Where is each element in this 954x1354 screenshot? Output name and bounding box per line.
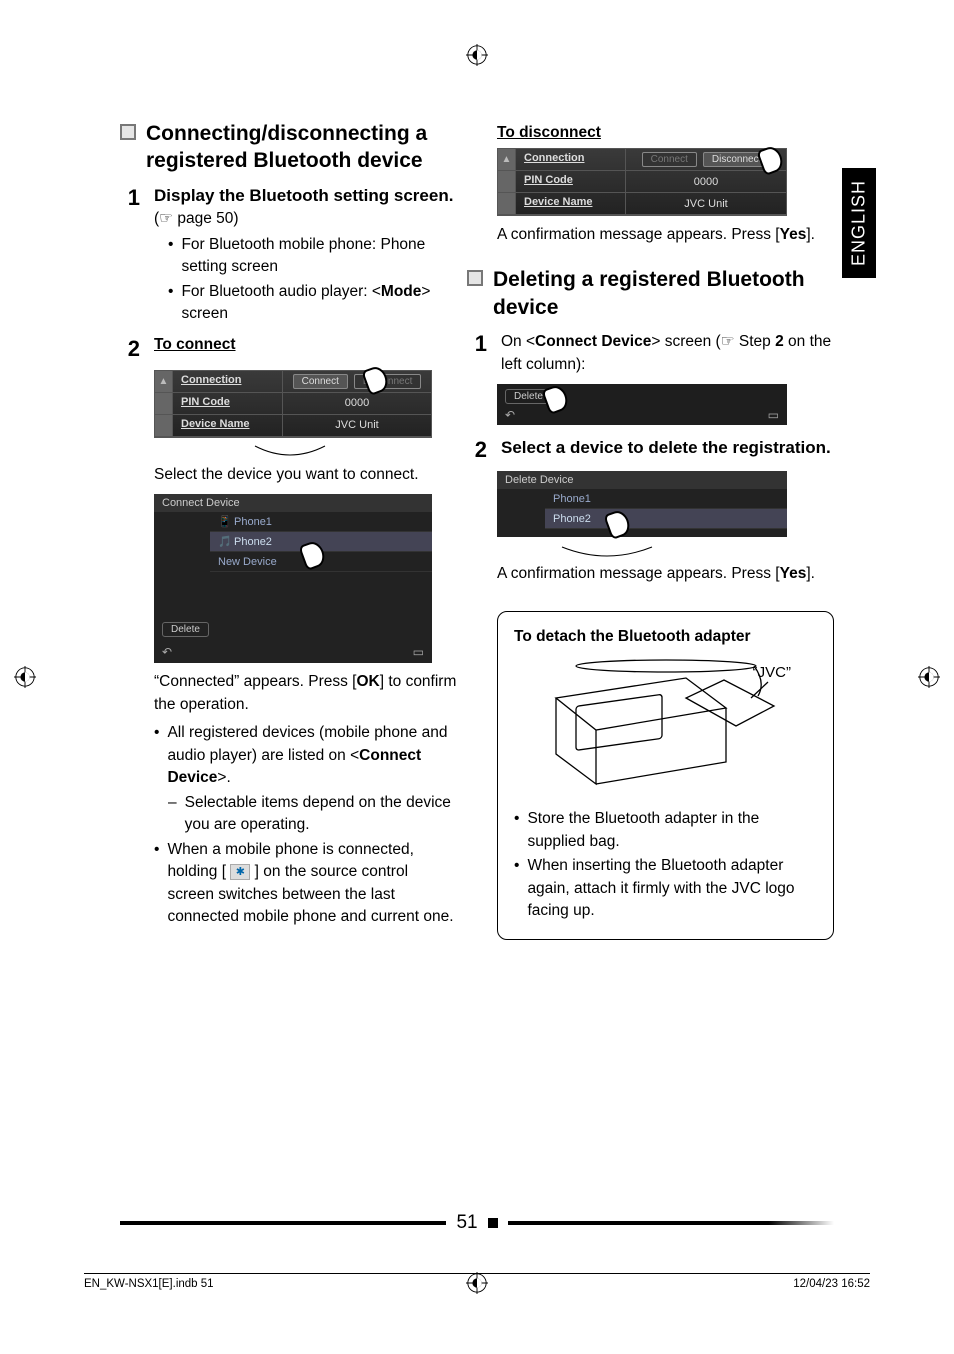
detach-callout-box: To detach the Bluetooth adapter “JVC” — [497, 611, 834, 939]
subheading-to-connect: To connect — [154, 336, 457, 354]
jvc-label: “JVC” — [753, 664, 791, 681]
ui-label: Device Name — [173, 415, 283, 436]
footer-file: EN_KW-NSX1[E].indb 51 — [84, 1278, 214, 1290]
paragraph: Select the device you want to connect. — [154, 464, 457, 486]
step-number: 2 — [120, 336, 140, 362]
spacer — [155, 393, 173, 414]
step-number: 2 — [467, 437, 487, 463]
registration-mark-icon — [466, 44, 488, 66]
subheading-to-disconnect: To disconnect — [497, 124, 834, 142]
bluetooth-icon: ✱ — [230, 864, 250, 880]
step-number: 1 — [467, 331, 487, 376]
bullet-item: When a mobile phone is connected, holdin… — [154, 839, 457, 929]
scroll-up-icon: ▲ — [155, 371, 173, 392]
ui-label: Connection — [516, 149, 626, 170]
ui-delete-strip: Delete ↶ ▭ — [497, 384, 787, 425]
left-column: Connecting/disconnecting a registered Bl… — [120, 100, 457, 1214]
list-item[interactable]: Phone2 — [545, 509, 787, 529]
ui-delete-device-list: Delete Device Phone1 Phone2 — [497, 471, 787, 537]
section-box-icon — [120, 124, 136, 140]
ui-label: Connection — [173, 371, 283, 392]
print-footer: EN_KW-NSX1[E].indb 51 12/04/23 16:52 — [84, 1273, 870, 1290]
ui-connect-device-list: Connect Device 📱Phone1 🎵Phone2 New Devic… — [154, 494, 432, 663]
phone-icon: 📱 — [218, 515, 230, 528]
section-heading: Deleting a registered Bluetooth device — [467, 266, 834, 321]
bullet-item: For Bluetooth mobile phone: Phone settin… — [168, 234, 457, 279]
connect-button: Connect — [642, 152, 697, 167]
step-ref: (☞ page 50) — [154, 208, 457, 230]
registration-mark-icon — [14, 666, 36, 688]
step-1: 1 Display the Bluetooth setting screen. … — [120, 185, 457, 328]
language-tab: ENGLISH — [842, 168, 876, 278]
section-title: Deleting a registered Bluetooth device — [493, 266, 834, 321]
section-box-icon — [467, 270, 483, 286]
ui-title: Delete Device — [497, 471, 787, 489]
bullet-item: Store the Bluetooth adapter in the suppl… — [514, 808, 817, 853]
menu-icon[interactable]: ▭ — [413, 645, 424, 659]
section-heading: Connecting/disconnecting a registered Bl… — [120, 120, 457, 175]
page-number: 51 — [456, 1212, 477, 1234]
step-title: Select a device to delete the registrati… — [501, 437, 834, 460]
paragraph: A confirmation message appears. Press [Y… — [497, 563, 834, 585]
ui-label: PIN Code — [173, 393, 283, 414]
detach-diagram: “JVC” — [514, 658, 817, 808]
right-column: To disconnect ▲ Connection Connect Disco… — [497, 100, 834, 1214]
ui-value: 0000 — [283, 393, 431, 414]
ui-connection-panel: ▲ Connection Connect Disconnect PIN Code… — [154, 370, 432, 438]
back-icon[interactable]: ↶ — [162, 645, 172, 659]
ui-value: JVC Unit — [283, 415, 431, 436]
list-item[interactable]: 📱Phone1 — [210, 512, 432, 532]
step-1: 1 On <Connect Device> screen (☞ Step 2 o… — [467, 331, 834, 376]
footer-timestamp: 12/04/23 16:52 — [793, 1278, 870, 1290]
callout-line — [250, 444, 330, 462]
paragraph: On <Connect Device> screen (☞ Step 2 on … — [501, 331, 834, 376]
registration-mark-icon — [918, 666, 940, 688]
ui-label: PIN Code — [516, 171, 626, 192]
audio-icon: 🎵 — [218, 535, 230, 548]
connect-button[interactable]: Connect — [293, 374, 348, 389]
list-item[interactable]: Phone1 — [545, 489, 787, 509]
paragraph: A confirmation message appears. Press [Y… — [497, 224, 834, 246]
bullet-item: When inserting the Bluetooth adapter aga… — [514, 855, 817, 922]
page-notch-icon — [488, 1218, 498, 1228]
paragraph: “Connected” appears. Press [OK] to confi… — [154, 671, 457, 716]
spacer — [498, 171, 516, 192]
ui-value: 0000 — [626, 171, 786, 192]
section-title: Connecting/disconnecting a registered Bl… — [146, 120, 457, 175]
ui-title: Connect Device — [154, 494, 432, 512]
menu-icon[interactable]: ▭ — [768, 408, 779, 422]
page-footer-rule: 51 — [0, 1212, 954, 1234]
step-2: 2 To connect — [120, 336, 457, 362]
ui-connection-panel: ▲ Connection Connect Disconnect PIN Code… — [497, 148, 787, 216]
delete-button[interactable]: Delete — [162, 622, 209, 637]
scroll-up-icon: ▲ — [498, 149, 516, 170]
ui-label: Device Name — [516, 193, 626, 214]
detach-title: To detach the Bluetooth adapter — [514, 628, 817, 646]
step-title: Display the Bluetooth setting screen. — [154, 185, 457, 208]
dash-item: Selectable items depend on the device yo… — [168, 792, 457, 837]
bullet-item: For Bluetooth audio player: <Mode> scree… — [168, 281, 457, 326]
step-number: 1 — [120, 185, 140, 328]
spacer — [155, 415, 173, 436]
back-icon[interactable]: ↶ — [505, 408, 515, 422]
ui-value: JVC Unit — [626, 193, 786, 214]
spacer — [498, 193, 516, 214]
step-2: 2 Select a device to delete the registra… — [467, 437, 834, 463]
bullet-item: All registered devices (mobile phone and… — [154, 722, 457, 789]
callout-line — [557, 545, 657, 563]
